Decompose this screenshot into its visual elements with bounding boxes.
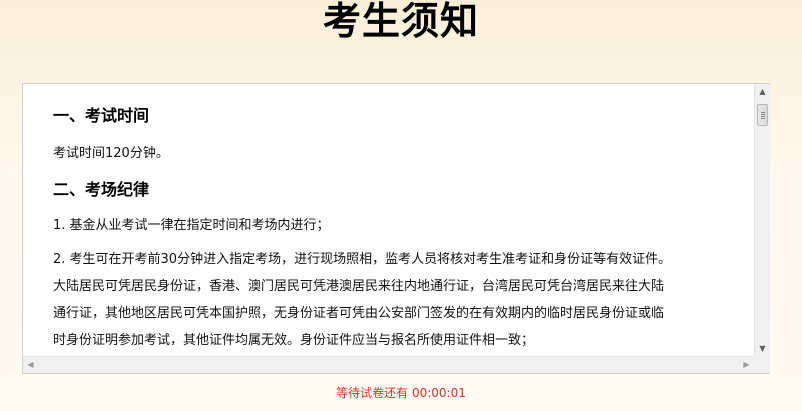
notice-scroll-area[interactable]: 一、考试时间 考试时间120分钟。 二、考场纪律 1. 基金从业考试一律在指定时… — [23, 84, 754, 356]
thumb-grip-line — [761, 114, 765, 115]
horizontal-scrollbar[interactable]: ◀ ▶ — [23, 356, 754, 373]
scrollbar-corner — [754, 356, 770, 373]
vertical-scrollbar-cap: ▲ — [754, 84, 770, 101]
exam-time-text: 考试时间120分钟。 — [53, 146, 169, 161]
rule-item-2-line: 通行证，其他地区居民可凭本国护照，无身份证者可凭由公安部门签发的在有效期内的临时… — [53, 306, 665, 321]
vertical-scrollbar[interactable]: ▼ — [754, 101, 770, 356]
arrow-up-icon[interactable]: ▲ — [755, 84, 770, 99]
arrow-left-icon[interactable]: ◀ — [23, 357, 38, 373]
rule-item-1: 1. 基金从业考试一律在指定时间和考场内进行； — [53, 218, 330, 233]
rule-item-2: 2. 考生可在开考前30分钟进入指定考场，进行现场照相，监考人员将核对考生准考证… — [53, 246, 734, 354]
thumb-grip-line — [761, 118, 765, 119]
thumb-grip-line — [761, 112, 765, 113]
notice-panel: 一、考试时间 考试时间120分钟。 二、考场纪律 1. 基金从业考试一律在指定时… — [22, 83, 770, 374]
arrow-right-icon[interactable]: ▶ — [739, 357, 754, 373]
rule-item-2-line: 时身份证明参加考试，其他证件均属无效。身份证件应当与报名所使用证件相一致； — [53, 333, 535, 348]
vertical-scroll-thumb[interactable] — [757, 104, 768, 126]
countdown-status: 等待试卷还有 00:00:01 — [336, 386, 466, 400]
page-title: 考生须知 — [322, 0, 479, 43]
section-heading-exam-time: 一、考试时间 — [53, 106, 150, 125]
thumb-grip-line — [761, 116, 765, 117]
arrow-down-icon[interactable]: ▼ — [755, 341, 770, 356]
section-heading-exam-rules: 二、考场纪律 — [53, 180, 150, 199]
rule-item-2-line: 大陆居民可凭居民身份证，香港、澳门居民可凭港澳居民来往内地通行证，台湾居民可凭台… — [53, 279, 665, 294]
rule-item-2-line: 2. 考生可在开考前30分钟进入指定考场，进行现场照相，监考人员将核对考生准考证… — [53, 252, 672, 267]
